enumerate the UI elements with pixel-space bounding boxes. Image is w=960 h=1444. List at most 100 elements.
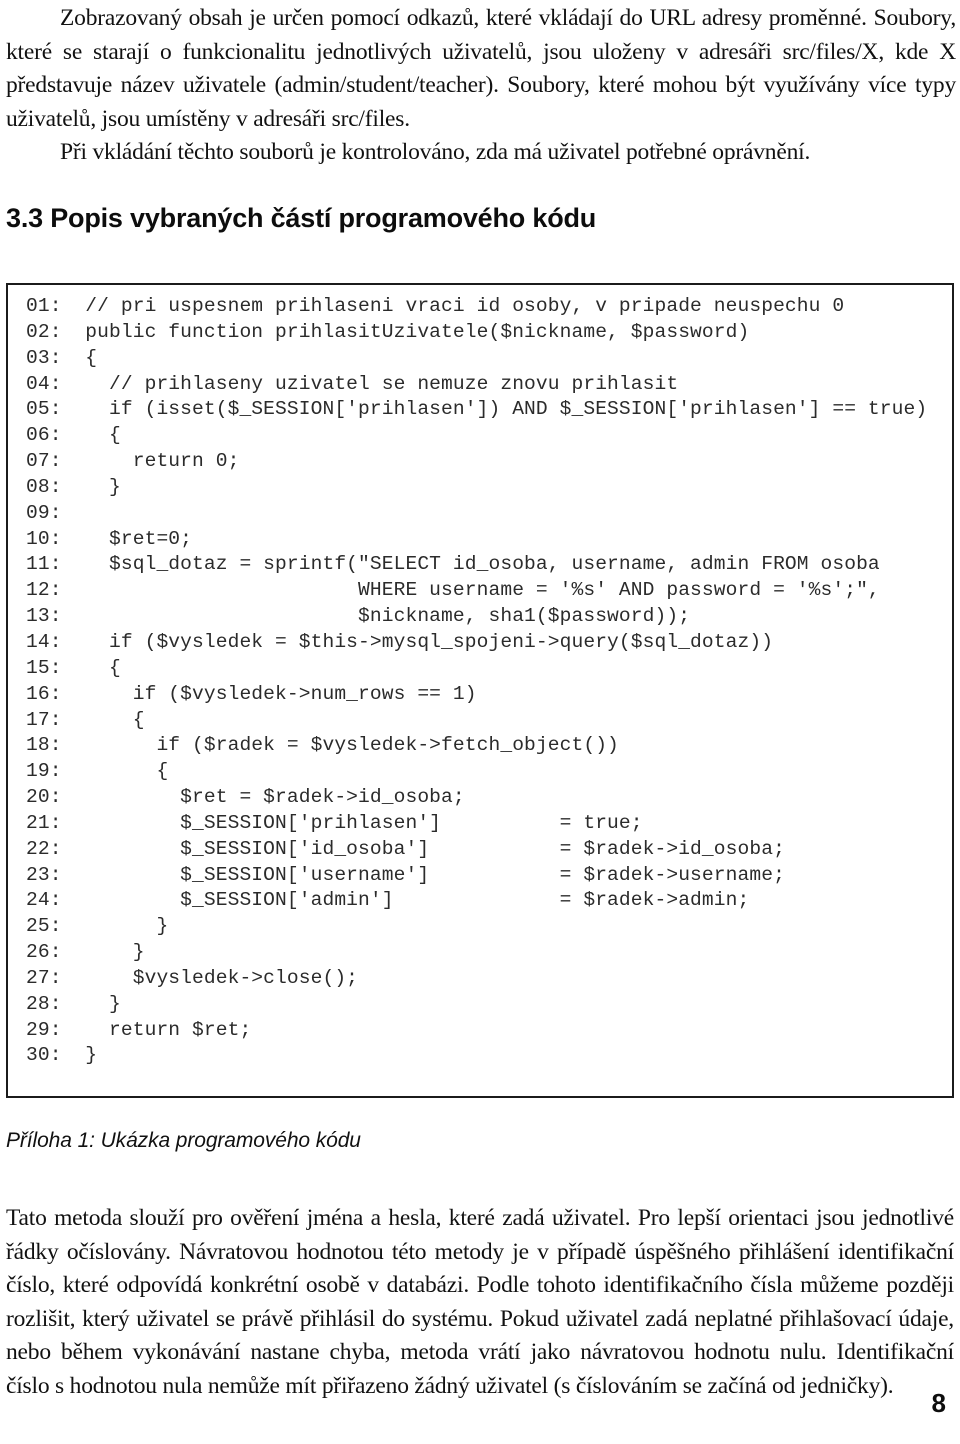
code-line-text: $_SESSION['username'] = $radek->username… [61, 863, 785, 886]
code-line-number: 28: [26, 992, 62, 1015]
code-line: 26: } [8, 940, 952, 966]
code-line-number: 20: [26, 786, 62, 809]
code-line-text: } [61, 1044, 98, 1067]
code-line-number: 17: [26, 708, 62, 731]
code-line: 21: $_SESSION['prihlasen'] = true; [8, 811, 952, 837]
document-page: Zobrazovaný obsah je určen pomocí odkazů… [0, 0, 960, 1444]
code-line-number: 27: [26, 966, 62, 989]
code-line-number: 05: [26, 398, 62, 421]
closing-paragraph-text: Tato metoda slouží pro ověření jména a h… [6, 1205, 954, 1399]
code-line: 25: } [8, 914, 952, 940]
code-line-number: 11: [26, 553, 62, 576]
intro-paragraph-block: Zobrazovaný obsah je určen pomocí odkazů… [6, 2, 956, 170]
code-line: 08: } [8, 475, 952, 501]
code-line: 19: { [8, 759, 952, 785]
code-line-text: // prihlaseny uzivatel se nemuze znovu p… [61, 372, 679, 395]
code-line-number: 10: [26, 527, 62, 550]
code-line-text: { [61, 346, 98, 369]
code-listing-box: 01: // pri uspesnem prihlaseni vraci id … [6, 283, 954, 1098]
code-line-number: 04: [26, 372, 62, 395]
code-line-text: WHERE username = '%s' AND password = '%s… [61, 579, 880, 602]
code-line-text: { [61, 424, 121, 447]
code-line: 03: { [8, 346, 952, 372]
code-line: 13: $nickname, sha1($password)); [8, 604, 952, 630]
code-line-number: 21: [26, 811, 62, 834]
code-line: 18: if ($radek = $vysledek->fetch_object… [8, 733, 952, 759]
code-line-text: $ret = $radek->id_osoba; [61, 786, 465, 809]
code-line-number: 08: [26, 475, 62, 498]
code-line: 01: // pri uspesnem prihlaseni vraci id … [8, 294, 952, 320]
code-line-number: 12: [26, 579, 62, 602]
code-line-number: 30: [26, 1044, 62, 1067]
code-line: 06: { [8, 423, 952, 449]
code-line-text: if ($vysledek = $this->mysql_spojeni->qu… [61, 630, 774, 653]
code-line: 11: $sql_dotaz = sprintf("SELECT id_osob… [8, 552, 952, 578]
code-line-text: return $ret; [61, 1018, 252, 1041]
code-line: 12: WHERE username = '%s' AND password =… [8, 578, 952, 604]
code-line-text: { [61, 656, 121, 679]
code-line: 10: $ret=0; [8, 527, 952, 553]
code-line-number: 24: [26, 889, 62, 912]
code-line: 07: return 0; [8, 449, 952, 475]
code-line: 29: return $ret; [8, 1018, 952, 1044]
code-line-number: 23: [26, 863, 62, 886]
code-line: 22: $_SESSION['id_osoba'] = $radek->id_o… [8, 837, 952, 863]
code-line-text: $_SESSION['id_osoba'] = $radek->id_osoba… [61, 837, 785, 860]
code-line-text: $nickname, sha1($password)); [61, 605, 691, 628]
code-line-number: 07: [26, 450, 62, 473]
code-line: 05: if (isset($_SESSION['prihlasen']) AN… [8, 397, 952, 423]
code-line-text: $_SESSION['prihlasen'] = true; [61, 811, 643, 834]
code-line-text: public function prihlasitUzivatele($nick… [61, 320, 750, 343]
code-line-text: } [61, 915, 169, 938]
code-line: 23: $_SESSION['username'] = $radek->user… [8, 863, 952, 889]
code-line-number: 18: [26, 734, 62, 757]
code-line-number: 09: [26, 501, 62, 524]
code-line-text: return 0; [61, 450, 240, 473]
code-line-text: if ($radek = $vysledek->fetch_object()) [61, 734, 619, 757]
code-line-number: 16: [26, 682, 62, 705]
code-line-text: } [61, 941, 145, 964]
code-line-number: 02: [26, 320, 62, 343]
code-line-text: $ret=0; [61, 527, 193, 550]
code-line-number: 06: [26, 424, 62, 447]
code-line-text: { [61, 708, 145, 731]
code-line: 30: } [8, 1043, 952, 1069]
code-line-number: 22: [26, 837, 62, 860]
code-line-text: if ($vysledek->num_rows == 1) [61, 682, 477, 705]
code-line-text: $sql_dotaz = sprintf("SELECT id_osoba, u… [61, 553, 880, 576]
code-line-number: 01: [26, 295, 62, 317]
code-line-text: $_SESSION['admin'] = $radek->admin; [61, 889, 750, 912]
code-line: 27: $vysledek->close(); [8, 966, 952, 992]
code-line-number: 29: [26, 1018, 62, 1041]
code-line-text: // pri uspesnem prihlaseni vraci id osob… [61, 295, 845, 317]
code-line-number: 25: [26, 915, 62, 938]
code-line-text: { [61, 760, 169, 783]
code-line-number: 19: [26, 760, 62, 783]
code-line-text: } [61, 475, 121, 498]
closing-paragraph-block: Tato metoda slouží pro ověření jména a h… [6, 1202, 954, 1403]
intro-paragraph-text: Zobrazovaný obsah je určen pomocí odkazů… [6, 5, 956, 132]
code-listing-lines: 01: // pri uspesnem prihlaseni vraci id … [8, 285, 952, 1069]
code-line-number: 14: [26, 630, 62, 653]
intro-paragraph-second-text: Při vkládání těchto souborů je kontrolov… [60, 139, 811, 165]
code-line: 14: if ($vysledek = $this->mysql_spojeni… [8, 630, 952, 656]
code-line: 24: $_SESSION['admin'] = $radek->admin; [8, 888, 952, 914]
code-line: 15: { [8, 656, 952, 682]
page-number: 8 [931, 1388, 946, 1418]
code-line-number: 03: [26, 346, 62, 369]
code-line-text: } [61, 992, 121, 1015]
code-line: 04: // prihlaseny uzivatel se nemuze zno… [8, 372, 952, 398]
code-line: 28: } [8, 992, 952, 1018]
code-line-text: $vysledek->close(); [61, 966, 359, 989]
code-line-number: 15: [26, 656, 62, 679]
code-line: 02: public function prihlasitUzivatele($… [8, 320, 952, 346]
code-line: 09: [8, 501, 952, 527]
code-line-number: 26: [26, 941, 62, 964]
code-line: 20: $ret = $radek->id_osoba; [8, 785, 952, 811]
code-line-number: 13: [26, 605, 62, 628]
code-line: 16: if ($vysledek->num_rows == 1) [8, 682, 952, 708]
section-heading: 3.3 Popis vybraných částí programového k… [6, 203, 597, 233]
code-line: 17: { [8, 708, 952, 734]
figure-caption: Příloha 1: Ukázka programového kódu [6, 1129, 361, 1152]
code-line-text: if (isset($_SESSION['prihlasen']) AND $_… [61, 398, 928, 421]
